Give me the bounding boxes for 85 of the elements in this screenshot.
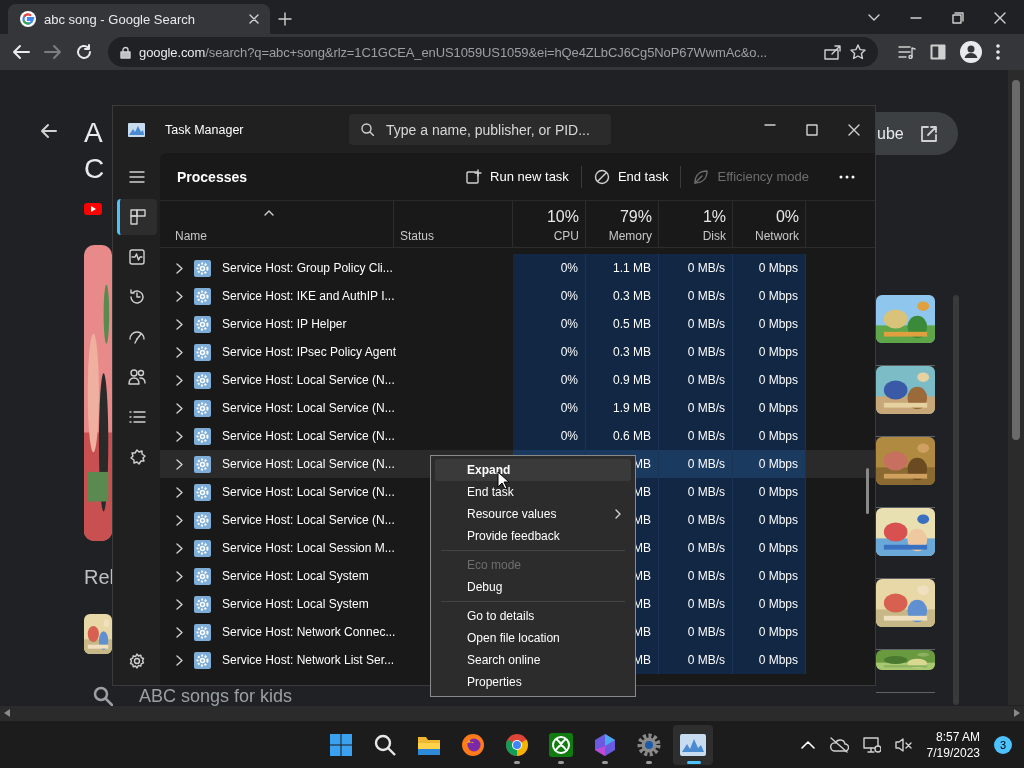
table-cell: 0 Mbps [733,394,806,422]
table-cell: 0 Mbps [733,310,806,338]
table-cell: 0.3 MB [586,338,659,366]
table-cell: 0 MB/s [659,506,733,534]
table-cell: 1.1 MB [586,254,659,282]
process-name: Service Host: Group Policy Cli... [222,261,393,275]
table-cell: 0 Mbps [733,618,806,646]
column-header[interactable]: Memory [608,229,652,243]
table-cell: 0 MB/s [659,618,733,646]
window-title: Task Manager [165,122,245,137]
process-name: Service Host: Local Service (N... [222,513,395,527]
usage-total: 1% [702,208,726,226]
table-cell: 0 MB/s [659,646,733,674]
process-name: Service Host: IP Helper [222,317,347,331]
process-name: Service Host: Local Service (N... [222,373,395,387]
column-header[interactable]: Disk [702,229,726,243]
table-cell: 0 MB/s [659,590,733,618]
table-cell: 0% [513,422,586,450]
page-title: Processes [177,168,248,185]
table-cell: 0 Mbps [733,646,806,674]
column-header[interactable]: Name [175,229,387,243]
process-name: Service Host: IKE and AuthIP I... [222,289,395,303]
table-cell: 0 Mbps [733,450,806,478]
youtube-link-button[interactable]: ube [876,112,958,155]
table-cell: 0 MB/s [659,338,733,366]
table-cell: 0.3 MB [586,282,659,310]
video-title: A [84,116,104,150]
search-field[interactable]: Type a name, publisher, or PID... [349,114,611,145]
table-cell: 0.9 MB [586,366,659,394]
process-name: Service Host: IPsec Policy Agent [222,345,397,359]
menu-item[interactable]: Expand [435,459,631,481]
toolbar-button[interactable]: Run new task [454,162,581,191]
table-cell: 0 MB/s [659,366,733,394]
table-cell: 0 MB/s [659,254,733,282]
table-cell: 0% [513,366,586,394]
table-cell: 0% [513,394,586,422]
table-cell: 0% [513,282,586,310]
clock-time: 8:57 AM [935,728,980,745]
column-header[interactable]: Status [400,229,506,243]
column-header[interactable]: CPU [553,229,579,243]
process-name: Service Host: Local Service (N... [222,485,395,499]
table-cell: 0% [513,338,586,366]
process-name: Service Host: Local Session M... [222,541,395,555]
process-name: Service Host: Local Service (N... [222,429,395,443]
table-cell: 0.5 MB [586,310,659,338]
table-cell: 0 Mbps [733,338,806,366]
table-cell: 0 MB/s [659,394,733,422]
address-bar[interactable]: google.com/search?q=abc+song&rlz=1C1GCEA_enUS1059US1059&ei=hQe4ZLbCJ6Cg5NoP67WwmAc&o... [108,37,878,67]
table-cell: 1.9 MB [586,394,659,422]
table-cell: 0 Mbps [733,478,806,506]
process-name: Service Host: Local System [222,569,369,583]
table-cell: 0 Mbps [733,254,806,282]
table-cell: 0 MB/s [659,478,733,506]
process-name: Service Host: Local Service (N... [222,401,395,415]
video-title: C [84,152,105,186]
usage-total: 10% [546,208,579,226]
table-cell: 0 Mbps [733,366,806,394]
table-cell: 0 MB/s [659,562,733,590]
process-name: Service Host: Network Connec... [222,625,396,639]
menu-item[interactable]: Properties [435,671,631,693]
column-header[interactable]: Network [755,229,799,243]
table-cell: 0 MB/s [659,534,733,562]
usage-total: 0% [775,208,799,226]
browser-tab[interactable]: abc song - Google Search [8,4,270,34]
table-cell: 0 Mbps [733,422,806,450]
table-cell: 0 Mbps [733,562,806,590]
usage-total: 79% [619,208,652,226]
table-cell: 0 MB/s [659,422,733,450]
table-cell: 0.6 MB [586,422,659,450]
table-cell: 0 Mbps [733,506,806,534]
toolbar-button[interactable]: End task [581,162,681,191]
table-cell: 0 MB/s [659,282,733,310]
process-name: Service Host: Network List Ser... [222,653,395,667]
notification-badge[interactable]: 3 [994,735,1012,754]
table-cell: 0% [513,254,586,282]
process-name: Service Host: Local Service (N... [222,457,395,471]
table-cell: 0 Mbps [733,534,806,562]
table-cell: 0 Mbps [733,590,806,618]
table-cell: 0 Mbps [733,282,806,310]
table-cell: 0% [513,310,586,338]
search-suggestion[interactable]: ABC songs for kids [139,686,293,706]
table-cell: 0 MB/s [659,450,733,478]
process-name: Service Host: Local System [222,597,369,611]
table-cell: 0 MB/s [659,310,733,338]
clock-date: 7/19/2023 [926,744,980,761]
